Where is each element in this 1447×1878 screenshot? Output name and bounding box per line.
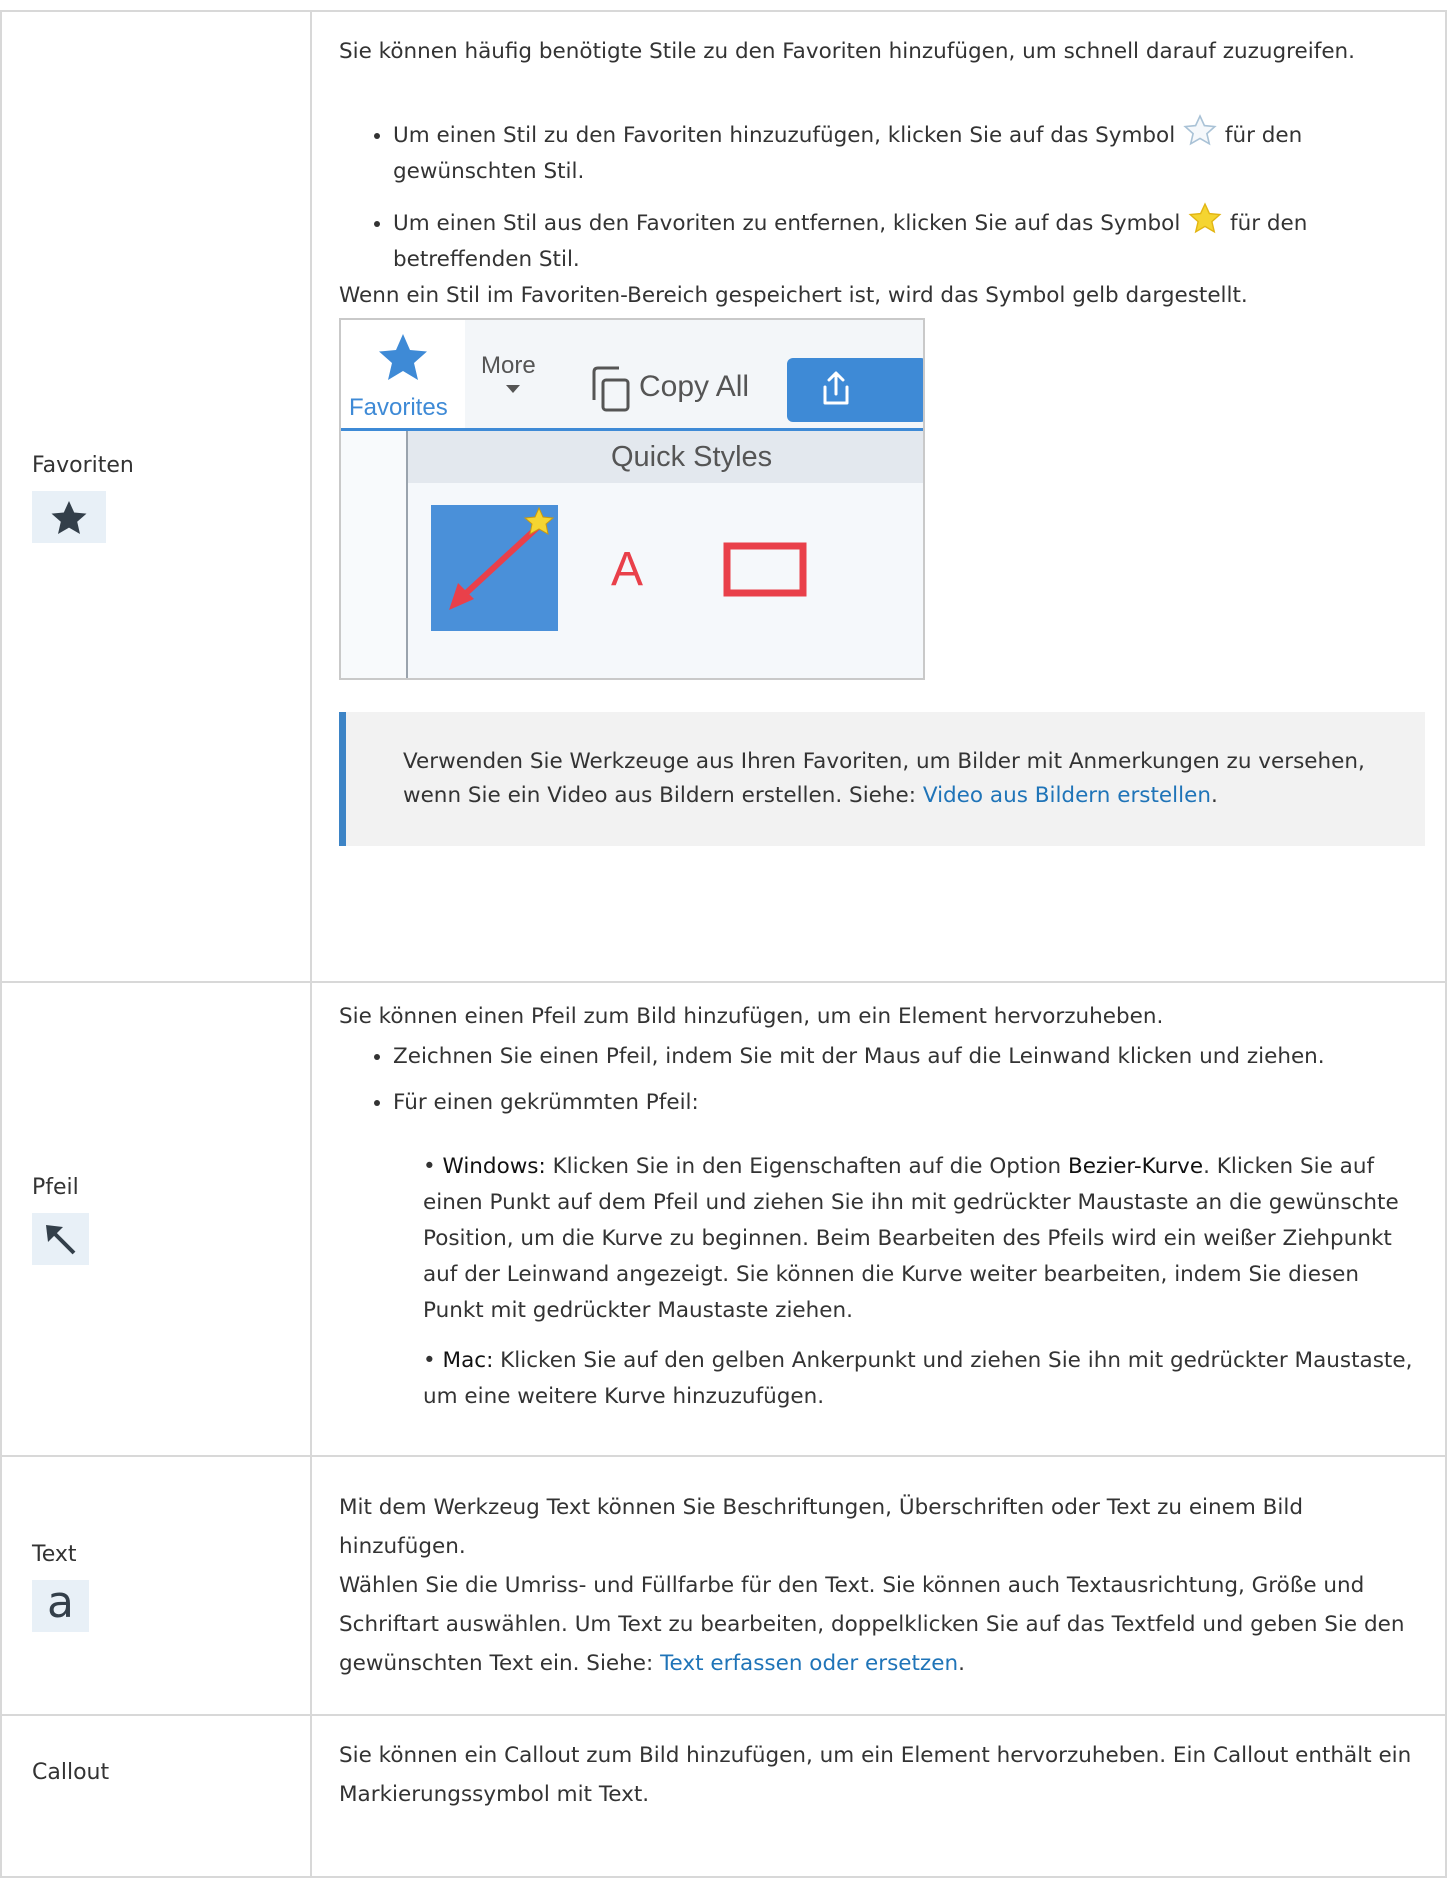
favoriten-after-list: Wenn ein Stil im Favoriten-Bereich gespe… (339, 283, 1248, 308)
tool-name-cell: Callout (0, 1714, 312, 1878)
tool-description-cell: Sie können ein Callout zum Bild hinzufüg… (310, 1714, 1447, 1878)
pfeil-sublist: • Windows: Klicken Sie in den Eigenschaf… (423, 1149, 1421, 1415)
list-item: Zeichnen Sie einen Pfeil, indem Sie mit … (393, 1039, 1421, 1075)
table-row-callout: Callout Sie können ein Callout zum Bild … (0, 1714, 1447, 1878)
table-row-favoriten: Favoriten Sie können häufig benötigte St… (0, 10, 1447, 983)
tool-name-cell: Pfeil (0, 981, 312, 1457)
table-row-text: Text a Mit dem Werkzeug Text können Sie … (0, 1455, 1447, 1716)
text-para-1: Mit dem Werkzeug Text können Sie Beschri… (339, 1495, 1304, 1559)
list-item: Für einen gekrümmten Pfeil: • Windows: K… (393, 1085, 1421, 1415)
more-tab-label[interactable]: More (481, 352, 536, 380)
callout-text: Sie können ein Callout zum Bild hinzufüg… (339, 1743, 1412, 1807)
tool-name-callout: Callout (32, 1760, 110, 1785)
tool-name-cell: Favoriten (0, 10, 312, 983)
tool-name-text: Text (32, 1541, 77, 1567)
text-erfassen-link[interactable]: Text erfassen oder ersetzen (660, 1651, 958, 1676)
tools-table: Favoriten Sie können häufig benötigte St… (0, 10, 1447, 1878)
tool-name-favoriten: Favoriten (32, 452, 134, 478)
tool-description-cell: Mit dem Werkzeug Text können Sie Beschri… (310, 1455, 1447, 1716)
star-outline-icon (1182, 114, 1218, 146)
video-aus-bildern-link[interactable]: Video aus Bildern erstellen (923, 783, 1211, 808)
tool-description-cell: Sie können häufig benötigte Stile zu den… (310, 10, 1447, 983)
star-icon (32, 490, 106, 543)
tool-name-pfeil: Pfeil (32, 1175, 79, 1200)
pfeil-list: Zeichnen Sie einen Pfeil, indem Sie mit … (339, 1039, 1421, 1415)
favorites-tab-label[interactable]: Favorites (349, 394, 448, 422)
text-style-sample[interactable]: A (611, 542, 643, 597)
text-tool-icon: a (32, 1579, 89, 1632)
table-row-pfeil: Pfeil Sie können einen Pfeil zum Bild hi… (0, 981, 1447, 1457)
favoriten-list: Um einen Stil zu den Favoriten hinzuzufü… (339, 114, 1421, 278)
pfeil-intro: Sie können einen Pfeil zum Bild hinzufüg… (339, 1004, 1164, 1029)
text-para-2: Wählen Sie die Umriss- und Füllfarbe für… (339, 1573, 1405, 1676)
arrow-icon (32, 1213, 89, 1265)
favoriten-note: Verwenden Sie Werkzeuge aus Ihren Favori… (339, 712, 1425, 846)
list-item: • Windows: Klicken Sie in den Eigenschaf… (423, 1154, 1399, 1323)
star-yellow-icon (1187, 202, 1223, 234)
favoriten-intro: Sie können häufig benötigte Stile zu den… (339, 39, 1356, 64)
list-item: • Mac: Klicken Sie auf den gelben Ankerp… (423, 1348, 1413, 1409)
list-item: Um einen Stil aus den Favoriten zu entfe… (393, 202, 1421, 278)
quick-styles-header: Quick Styles (611, 441, 773, 473)
tool-description-cell: Sie können einen Pfeil zum Bild hinzufüg… (310, 981, 1447, 1457)
tool-name-cell: Text a (0, 1455, 312, 1716)
list-item: Um einen Stil zu den Favoriten hinzuzufü… (393, 114, 1421, 190)
favorites-screenshot: Favorites More Copy All Quick Styles A (339, 318, 925, 680)
copy-all-button[interactable]: Copy All (639, 370, 749, 404)
